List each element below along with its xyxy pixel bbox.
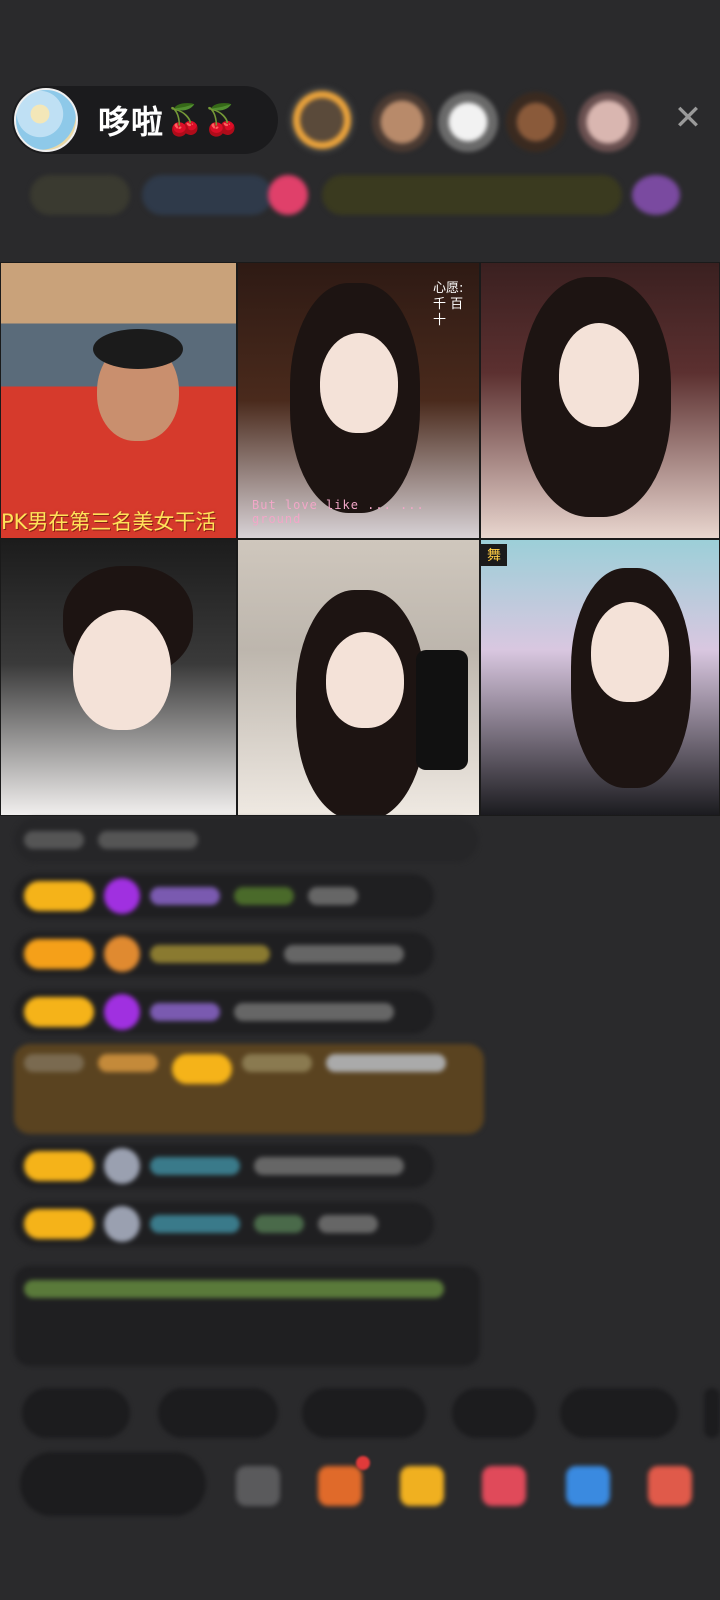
- gift-chip[interactable]: [632, 175, 680, 215]
- lyric-text: But love like ... ... ground: [252, 498, 425, 526]
- hot-chip[interactable]: [268, 175, 308, 215]
- more-icon[interactable]: [566, 1466, 610, 1506]
- streamer-face: [73, 610, 171, 730]
- emoji-icon[interactable]: [236, 1466, 280, 1506]
- popularity-chip[interactable]: [142, 175, 272, 215]
- tile-tag: 舞: [481, 544, 507, 566]
- host-info-pill[interactable]: 哆啦 🍒🍒: [12, 86, 278, 154]
- highlight-message: [14, 1044, 484, 1134]
- video-grid: PK男在第三名美女干活 心愿: 千 百 十 But love like ... …: [0, 262, 720, 816]
- video-tile-6[interactable]: 舞: [480, 539, 720, 816]
- chat-message: [14, 1202, 434, 1246]
- viewer-avatar-4[interactable]: [506, 92, 566, 152]
- video-tile-3[interactable]: [480, 262, 720, 539]
- viewer-avatar-3[interactable]: [438, 92, 498, 152]
- game-icon[interactable]: [318, 1466, 362, 1506]
- quick-phrase-1[interactable]: [22, 1388, 130, 1438]
- chat-message: [14, 874, 434, 918]
- wish-text: 心愿: 千 百 十: [433, 281, 464, 328]
- cherry-emoji: 🍒🍒: [166, 102, 241, 138]
- video-tile-4[interactable]: [0, 539, 237, 816]
- video-tile-2[interactable]: 心愿: 千 百 十 But love like ... ... ground: [237, 262, 480, 539]
- close-icon[interactable]: ✕: [672, 101, 704, 135]
- system-notice: [14, 1266, 480, 1366]
- viewer-avatar-2[interactable]: [372, 92, 432, 152]
- quick-phrase-5[interactable]: [560, 1388, 678, 1438]
- comment-input[interactable]: [20, 1452, 206, 1516]
- quick-phrase-4[interactable]: [452, 1388, 536, 1438]
- microphone: [416, 650, 468, 770]
- quick-phrase-3[interactable]: [302, 1388, 426, 1438]
- streamer-face: [326, 632, 404, 728]
- share-icon[interactable]: [482, 1466, 526, 1506]
- streamer-face: [591, 602, 669, 702]
- streamer-hair: [93, 329, 183, 369]
- host-name: 哆啦: [98, 103, 165, 141]
- streamer-face: [320, 333, 398, 433]
- video-tile-5[interactable]: [237, 539, 480, 816]
- rank-chip[interactable]: [30, 175, 130, 215]
- chat-message: [14, 1144, 434, 1188]
- task-chip[interactable]: [322, 175, 622, 215]
- chat-message: [14, 990, 434, 1034]
- video-tile-1[interactable]: PK男在第三名美女干活: [0, 262, 237, 539]
- info-strip: [16, 172, 706, 218]
- quick-phrase-2[interactable]: [158, 1388, 278, 1438]
- host-avatar[interactable]: [14, 88, 78, 152]
- chat-message: [14, 818, 478, 862]
- quick-phrase-6[interactable]: [704, 1388, 720, 1438]
- tile-caption: PK男在第三名美女干活: [1, 510, 217, 534]
- gift-icon[interactable]: [400, 1466, 444, 1506]
- apps-icon[interactable]: [648, 1466, 692, 1506]
- notification-dot: [356, 1456, 370, 1470]
- viewer-avatar-5[interactable]: [578, 92, 638, 152]
- chat-message: [14, 932, 434, 976]
- streamer-face: [559, 323, 639, 427]
- viewer-avatar-1[interactable]: [288, 86, 356, 154]
